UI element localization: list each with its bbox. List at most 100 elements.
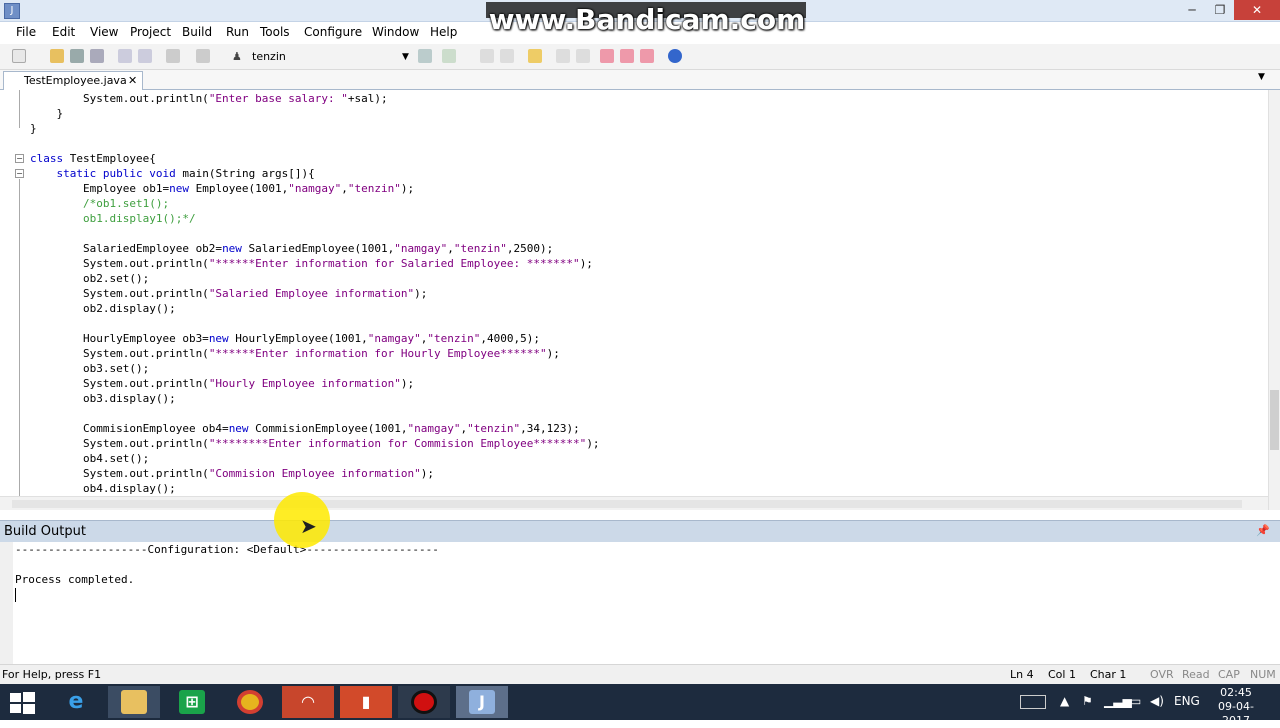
code-line[interactable]: SalariedEmployee ob2=new SalariedEmploye… <box>30 241 553 256</box>
jcreator-app-icon: J <box>4 3 20 19</box>
window-icon[interactable] <box>600 49 614 63</box>
code-token: } <box>30 107 64 120</box>
menu-window[interactable]: Window <box>372 25 419 39</box>
code-line[interactable]: System.out.println("Enter base salary: "… <box>30 91 388 106</box>
menu-build[interactable]: Build <box>182 25 212 39</box>
tile-icon[interactable] <box>640 49 654 63</box>
code-token: class <box>30 152 64 165</box>
code-token: "tenzin" <box>347 182 401 195</box>
maximize-button[interactable]: ❐ <box>1206 0 1234 20</box>
power-icon[interactable]: ▭ <box>1130 694 1141 708</box>
compile-icon[interactable] <box>480 49 494 63</box>
code-line[interactable]: ob3.set(); <box>30 361 149 376</box>
menu-run[interactable]: Run <box>226 25 249 39</box>
code-line[interactable]: HourlyEmployee ob3=new HourlyEmployee(10… <box>30 331 540 346</box>
code-line[interactable]: ob1.display1();*/ <box>30 211 196 226</box>
forward-icon[interactable] <box>576 49 590 63</box>
status-read: Read <box>1182 668 1210 681</box>
undo-icon[interactable] <box>166 49 180 63</box>
code-line[interactable]: System.out.println("******Enter informat… <box>30 256 593 271</box>
menu-project[interactable]: Project <box>130 25 171 39</box>
code-line[interactable]: static public void main(String args[]){ <box>30 166 315 181</box>
menu-help[interactable]: Help <box>430 25 457 39</box>
project-selector[interactable]: ♟ tenzin ▼ <box>230 48 414 66</box>
code-line[interactable]: ob3.display(); <box>30 391 176 406</box>
ie-taskbar-button[interactable]: e <box>50 686 102 718</box>
close-window-button[interactable]: ✕ <box>1234 0 1280 20</box>
code-line[interactable]: System.out.println("Commision Employee i… <box>30 466 434 481</box>
menu-tools[interactable]: Tools <box>260 25 290 39</box>
bandicam-watermark: www.Bandicam.com <box>484 0 810 42</box>
open-folder-icon[interactable] <box>50 49 64 63</box>
code-line[interactable]: ob4.set(); <box>30 451 149 466</box>
horizontal-scroll-thumb[interactable] <box>12 500 1242 508</box>
headphones-app-icon: ◠ <box>301 692 315 711</box>
fold-toggle-icon[interactable]: − <box>15 154 24 163</box>
build-output-line: Process completed. <box>15 573 135 586</box>
minimize-button[interactable]: ─ <box>1178 0 1206 20</box>
code-line[interactable]: System.out.println("********Enter inform… <box>30 436 600 451</box>
tab-list-chevron-icon[interactable]: ▼ <box>1258 72 1265 82</box>
code-line[interactable]: ob2.set(); <box>30 271 149 286</box>
new-file-icon[interactable] <box>12 49 26 63</box>
code-line[interactable]: ob2.display(); <box>30 301 176 316</box>
help-icon[interactable] <box>668 49 682 63</box>
file-explorer-taskbar-button[interactable] <box>108 686 160 718</box>
editor-tab-bar: TestEmployee.java ✕ ▼ <box>0 70 1280 90</box>
save-all-icon[interactable] <box>90 49 104 63</box>
code-token: ob3.set(); <box>30 362 150 375</box>
stop-icon[interactable] <box>500 49 514 63</box>
code-line[interactable]: System.out.println("******Enter informat… <box>30 346 560 361</box>
chrome-taskbar-button[interactable] <box>224 686 276 718</box>
code-line[interactable]: class TestEmployee{ <box>30 151 156 166</box>
headphones-taskbar-button[interactable]: ◠ <box>282 686 334 718</box>
windows-start-icon[interactable] <box>8 692 36 714</box>
show-hidden-icons-icon[interactable]: ▲ <box>1060 694 1069 708</box>
copy-icon[interactable] <box>118 49 132 63</box>
close-doc-icon[interactable] <box>620 49 634 63</box>
run-icon[interactable] <box>442 49 456 63</box>
code-line[interactable]: System.out.println("Hourly Employee info… <box>30 376 414 391</box>
code-line[interactable]: CommisionEmployee ob4=new CommisionEmplo… <box>30 421 580 436</box>
volume-icon[interactable]: ◀) <box>1150 694 1164 708</box>
code-token: /*ob1.set1(); <box>30 197 170 210</box>
keyboard-icon[interactable] <box>1020 695 1046 709</box>
build-icon[interactable] <box>418 49 432 63</box>
menu-edit[interactable]: Edit <box>52 25 75 39</box>
redo-icon[interactable] <box>196 49 210 63</box>
code-token: } <box>30 122 37 135</box>
code-line[interactable]: Employee ob1=new Employee(1001,"namgay",… <box>30 181 414 196</box>
store-taskbar-button[interactable]: ⊞ <box>166 686 218 718</box>
bandicam-taskbar-button[interactable] <box>398 686 450 718</box>
save-icon[interactable] <box>70 49 84 63</box>
network-flag-icon[interactable]: ⚑ <box>1082 694 1093 708</box>
language-indicator[interactable]: ENG <box>1174 694 1200 708</box>
vertical-scroll-thumb[interactable] <box>1270 390 1279 450</box>
code-line[interactable]: System.out.println("Salaried Employee in… <box>30 286 427 301</box>
code-line[interactable]: } <box>30 106 63 121</box>
jcreator-taskbar-button[interactable]: J <box>456 686 508 718</box>
vertical-scrollbar[interactable] <box>1268 90 1280 510</box>
build-output-panel[interactable]: --------------------Configuration: <Defa… <box>0 542 1280 664</box>
fold-toggle-icon[interactable]: − <box>15 169 24 178</box>
tab-testemployee[interactable]: TestEmployee.java ✕ <box>3 71 143 90</box>
close-icon[interactable]: ✕ <box>128 72 137 89</box>
menu-view[interactable]: View <box>90 25 118 39</box>
debug-icon[interactable] <box>528 49 542 63</box>
back-icon[interactable] <box>556 49 570 63</box>
menu-file[interactable]: File <box>16 25 36 39</box>
horizontal-scrollbar[interactable] <box>0 496 1268 510</box>
code-token: "Salaried Employee information" <box>208 287 415 300</box>
menu-configure[interactable]: Configure <box>304 25 362 39</box>
code-editor[interactable]: − − System.out.println("Enter base salar… <box>0 90 1268 496</box>
code-line[interactable]: ob4.display(); <box>30 481 176 496</box>
code-line[interactable]: /*ob1.set1(); <box>30 196 169 211</box>
clock[interactable]: 02:45 09-04-2017 <box>1206 686 1266 728</box>
code-line[interactable]: } <box>30 121 37 136</box>
office-taskbar-button[interactable]: ▮ <box>340 686 392 718</box>
jcreator-icon: J <box>469 690 495 714</box>
pin-icon[interactable]: 📌 <box>1256 524 1270 537</box>
wifi-icon[interactable]: ▁▃▅ <box>1104 694 1132 708</box>
code-token: "namgay" <box>367 332 421 345</box>
paste-icon[interactable] <box>138 49 152 63</box>
